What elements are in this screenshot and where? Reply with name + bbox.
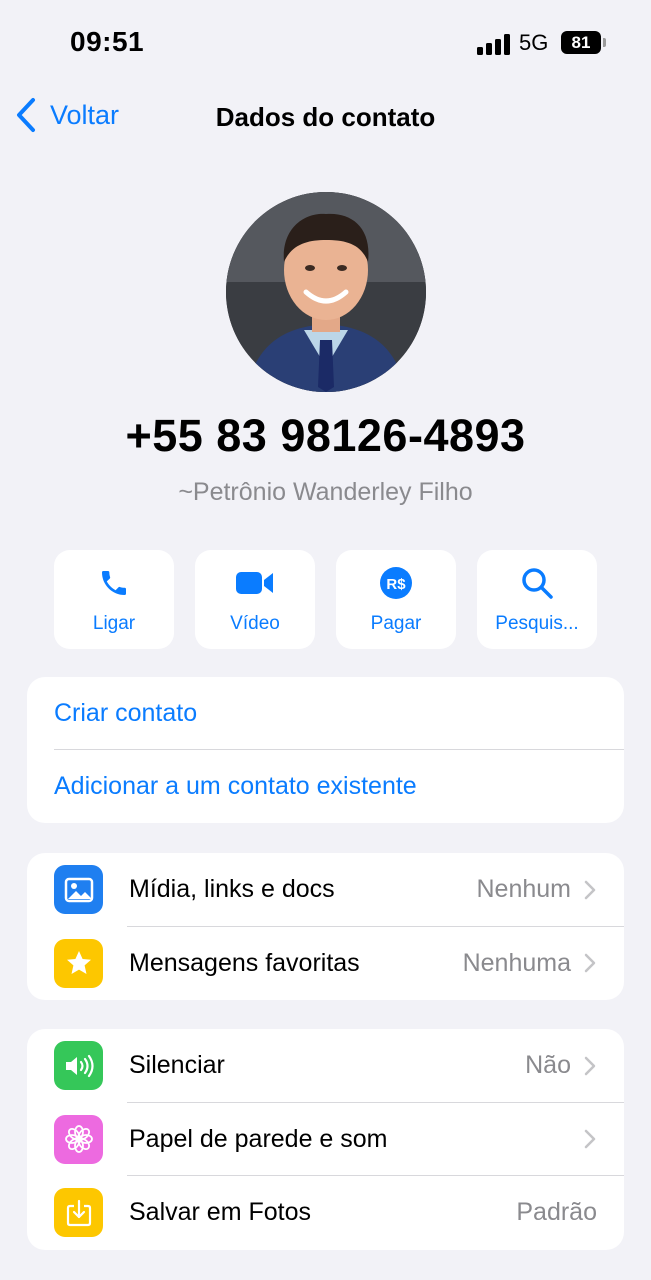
save-to-photos-label: Salvar em Fotos bbox=[129, 1198, 312, 1227]
save-download-icon bbox=[54, 1188, 103, 1238]
real-currency-icon: R$ bbox=[380, 567, 412, 599]
starred-messages-label: Mensagens favoritas bbox=[129, 948, 360, 977]
speaker-icon bbox=[54, 1041, 103, 1091]
battery-icon: 81 bbox=[561, 31, 606, 54]
wallpaper-sound-row[interactable]: Papel de parede e som bbox=[27, 1103, 624, 1176]
photo-icon bbox=[54, 865, 103, 915]
mute-value: Não bbox=[525, 1051, 571, 1080]
pay-label: Pagar bbox=[370, 613, 422, 634]
chevron-right-icon bbox=[584, 880, 596, 899]
chevron-right-icon bbox=[584, 954, 596, 973]
network-type: 5G bbox=[519, 30, 549, 55]
chevron-right-icon bbox=[584, 1130, 596, 1149]
phone-icon bbox=[102, 571, 126, 595]
status-time: 09:51 bbox=[70, 26, 145, 57]
contact-push-name: ~Petrônio Wanderley Filho bbox=[178, 478, 473, 506]
chevron-right-icon bbox=[584, 1056, 596, 1075]
media-links-docs-row[interactable]: Mídia, links e docs Nenhum bbox=[27, 853, 624, 927]
starred-messages-row[interactable]: Mensagens favoritas Nenhuma bbox=[27, 927, 624, 1001]
profile-photo bbox=[226, 192, 426, 392]
avatar[interactable] bbox=[226, 192, 426, 392]
contact-links-card: Criar contato Adicionar a um contato exi… bbox=[27, 677, 624, 823]
add-to-existing-contact-label: Adicionar a um contato existente bbox=[54, 772, 417, 800]
page-title: Dados do contato bbox=[215, 102, 436, 132]
navigation-bar: Voltar Dados do contato bbox=[0, 88, 651, 144]
search-label: Pesquis... bbox=[495, 613, 579, 634]
starred-messages-value: Nenhuma bbox=[462, 948, 571, 977]
contact-phone-number: +55 83 98126-4893 bbox=[125, 410, 526, 461]
mute-label: Silenciar bbox=[129, 1051, 225, 1080]
mute-row[interactable]: Silenciar Não bbox=[27, 1029, 624, 1103]
wallpaper-sound-label: Papel de parede e som bbox=[129, 1124, 388, 1153]
star-icon bbox=[54, 938, 103, 988]
media-links-docs-label: Mídia, links e docs bbox=[129, 875, 335, 904]
create-contact-label: Criar contato bbox=[54, 699, 198, 727]
video-call-button[interactable]: Vídeo bbox=[195, 550, 315, 649]
video-camera-icon bbox=[236, 572, 273, 594]
media-links-docs-value: Nenhum bbox=[476, 875, 572, 904]
call-button[interactable]: Ligar bbox=[54, 550, 174, 649]
media-card: Mídia, links e docs Nenhum Mensagens fav… bbox=[27, 853, 624, 1000]
pay-button[interactable]: R$ Pagar bbox=[336, 550, 456, 649]
search-icon bbox=[522, 568, 553, 599]
save-to-photos-row[interactable]: Salvar em Fotos Padrão bbox=[27, 1176, 624, 1250]
video-label: Vídeo bbox=[230, 613, 280, 634]
save-to-photos-value: Padrão bbox=[516, 1198, 597, 1227]
quick-actions: Ligar Vídeo R$ Pagar Pesquis... bbox=[54, 550, 597, 649]
svg-text:R$: R$ bbox=[386, 576, 406, 593]
create-contact-button[interactable]: Criar contato bbox=[27, 677, 624, 750]
status-bar: 09:51 5G 81 bbox=[0, 0, 651, 88]
add-to-existing-contact-button[interactable]: Adicionar a um contato existente bbox=[27, 750, 624, 823]
search-button[interactable]: Pesquis... bbox=[477, 550, 597, 649]
flower-icon bbox=[54, 1114, 103, 1164]
chat-settings-card: Silenciar Não Papel de parede e som Salv… bbox=[27, 1029, 624, 1250]
battery-level: 81 bbox=[571, 33, 591, 52]
call-label: Ligar bbox=[92, 613, 136, 634]
cellular-signal-icon bbox=[477, 33, 511, 55]
